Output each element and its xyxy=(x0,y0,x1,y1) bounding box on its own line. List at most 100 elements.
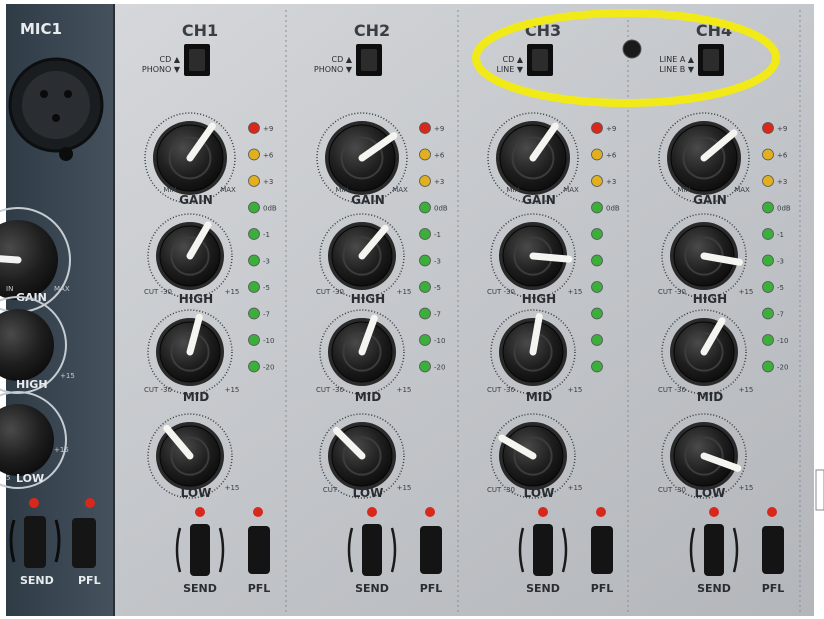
meter-led xyxy=(762,281,774,293)
meter-led-label: -7 xyxy=(434,311,441,319)
send-led xyxy=(538,507,548,517)
mid-plus-label: +15 xyxy=(225,386,240,394)
gain-min-label: MIN xyxy=(506,186,519,194)
meter-led xyxy=(591,122,603,134)
low-cut-label: CUT xyxy=(323,486,338,494)
pfl-button[interactable] xyxy=(420,526,442,574)
gain-min-label: MIN xyxy=(163,186,176,194)
mic-send-led xyxy=(29,498,39,508)
meter-led xyxy=(591,148,603,161)
pfl-button[interactable] xyxy=(591,526,613,574)
meter-led xyxy=(591,175,603,187)
low-plus-label: +15 xyxy=(739,484,754,492)
meter-led-label: +3 xyxy=(777,178,787,186)
high-plus-label: +15 xyxy=(739,288,754,296)
high-cut-label: CUT -30 xyxy=(144,288,172,296)
meter-led xyxy=(591,360,603,373)
meter-led-label: +3 xyxy=(434,178,444,186)
channel-title: CH2 xyxy=(354,21,390,40)
meter-led xyxy=(248,175,260,187)
meter-led xyxy=(762,175,774,187)
meter-led xyxy=(248,122,260,134)
mid-cut-label: CUT -30 xyxy=(487,386,515,394)
send-led xyxy=(709,507,719,517)
svg-text:5: 5 xyxy=(6,474,10,482)
send-button[interactable] xyxy=(704,524,724,576)
mic-strip-title: MIC1 xyxy=(20,20,62,38)
mid-label: MID xyxy=(355,390,381,404)
low-plus-label: +15 xyxy=(225,484,240,492)
meter-led xyxy=(248,334,260,346)
mid-label: MID xyxy=(697,390,723,404)
svg-text:MAX: MAX xyxy=(54,285,70,293)
gain-label: GAIN xyxy=(522,193,556,207)
meter-led-label: 0dB xyxy=(263,205,277,213)
high-label: HIGH xyxy=(693,292,727,306)
high-label: HIGH xyxy=(522,292,556,306)
gain-max-label: MAX xyxy=(734,186,750,194)
mic-pfl-button[interactable] xyxy=(72,518,96,568)
send-button[interactable] xyxy=(362,524,382,576)
screw-icon xyxy=(622,39,642,59)
high-plus-label: +15 xyxy=(397,288,412,296)
pfl-label: PFL xyxy=(420,582,443,595)
send-led xyxy=(367,507,377,517)
meter-led xyxy=(248,360,260,373)
meter-led xyxy=(419,334,431,346)
meter-led-label: -10 xyxy=(263,337,274,345)
pfl-button[interactable] xyxy=(248,526,270,574)
send-button[interactable] xyxy=(533,524,553,576)
mid-label: MID xyxy=(183,390,209,404)
low-cut-label: CUT -30 xyxy=(487,486,515,494)
mic-send-button[interactable] xyxy=(24,516,46,568)
pfl-led xyxy=(767,507,777,517)
meter-led xyxy=(419,228,431,240)
meter-led-label: 0dB xyxy=(777,205,791,213)
high-plus-label: +15 xyxy=(568,288,583,296)
meter-led-label: 0dB xyxy=(434,205,448,213)
low-label: LOW xyxy=(353,486,384,500)
gain-label: GAIN xyxy=(693,193,727,207)
meter-led xyxy=(591,254,603,267)
pfl-led xyxy=(425,507,435,517)
mid-plus-label: +15 xyxy=(568,386,583,394)
meter-led xyxy=(419,175,431,187)
meter-led-label: -20 xyxy=(777,364,788,372)
meter-led xyxy=(248,281,260,293)
source-switch-top-label: CD ▲ xyxy=(503,55,524,64)
meter-led-label: +9 xyxy=(263,125,273,133)
meter-led xyxy=(762,307,774,320)
pfl-button[interactable] xyxy=(762,526,784,574)
meter-led-label: +6 xyxy=(777,152,788,160)
meter-led xyxy=(248,254,260,267)
gain-max-label: MAX xyxy=(220,186,236,194)
mid-cut-label: CUT -30 xyxy=(144,386,172,394)
mic-low-label: LOW xyxy=(16,472,44,485)
mic-pfl-label: PFL xyxy=(78,574,101,587)
meter-led xyxy=(419,281,431,293)
mic-high-label: HIGH xyxy=(16,378,48,391)
source-switch-top-label: CD ▲ xyxy=(332,55,353,64)
meter-led-label: -5 xyxy=(263,284,270,292)
send-button[interactable] xyxy=(190,524,210,576)
meter-led-label: -7 xyxy=(777,311,784,319)
high-cut-label: CUT -30 xyxy=(487,288,515,296)
meter-led-label: -10 xyxy=(434,337,445,345)
low-plus-label: +15 xyxy=(397,484,412,492)
meter-led xyxy=(248,228,260,240)
meter-led xyxy=(762,122,774,134)
high-plus-label: +15 xyxy=(225,288,240,296)
mid-plus-label: +15 xyxy=(739,386,754,394)
mixer-photo: MIC1 GAIN IN MAX HIGH +15 LOW +15 5 SEND… xyxy=(0,0,824,619)
high-cut-label: CUT -30 xyxy=(658,288,686,296)
gain-min-label: MIN xyxy=(335,186,348,194)
meter-led xyxy=(762,228,774,240)
mid-cut-label: CUT -30 xyxy=(658,386,686,394)
meter-led xyxy=(248,201,260,214)
pfl-label: PFL xyxy=(762,582,785,595)
source-switch-bottom-label: LINE ▼ xyxy=(496,65,523,74)
meter-led-label: +9 xyxy=(434,125,444,133)
meter-led xyxy=(762,254,774,267)
gain-max-label: MAX xyxy=(392,186,408,194)
meter-led xyxy=(419,254,431,267)
